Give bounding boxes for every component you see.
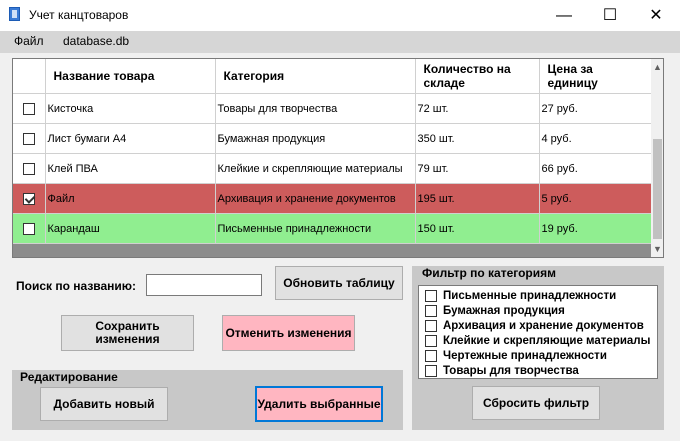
filter-item[interactable]: Архивация и хранение документов — [425, 318, 644, 333]
cell-price[interactable]: 19 руб. — [539, 213, 652, 244]
filter-checkbox[interactable] — [425, 349, 437, 362]
filter-item-label: Товары для творчества — [443, 364, 579, 377]
column-header-quantity[interactable]: Количество на складе — [415, 59, 540, 94]
cell-quantity[interactable]: 72 шт. — [415, 93, 540, 124]
reset-filter-button[interactable]: Сбросить фильтр — [472, 386, 600, 420]
filter-item-label: Архивация и хранение документов — [443, 319, 644, 332]
filter-checkbox[interactable] — [425, 364, 437, 377]
filter-item[interactable]: Бумажная продукция — [425, 303, 565, 318]
window-title: Учет канцтоваров — [29, 8, 129, 22]
column-header-category[interactable]: Категория — [215, 59, 416, 94]
filter-item[interactable]: Товары для творчества — [425, 363, 579, 378]
menu-file[interactable]: Файл — [14, 34, 44, 48]
row-checkbox[interactable] — [22, 162, 35, 175]
cell-name[interactable]: Клей ПВА — [45, 153, 216, 184]
column-header-price[interactable]: Цена за единицу — [539, 59, 652, 94]
database-filename: database.db — [63, 34, 130, 48]
column-header-select[interactable] — [13, 59, 46, 94]
refresh-table-button[interactable]: Обновить таблицу — [275, 266, 403, 300]
filter-item[interactable]: Письменные принадлежности — [425, 288, 616, 303]
products-table[interactable]: Название товара Категория Количество на … — [12, 58, 664, 258]
add-new-button[interactable]: Добавить новый — [40, 387, 168, 421]
cell-category[interactable]: Бумажная продукция — [215, 123, 416, 154]
cell-category[interactable]: Письменные принадлежности — [215, 213, 416, 244]
search-input[interactable] — [146, 274, 262, 296]
cell-name[interactable]: Лист бумаги А4 — [45, 123, 216, 154]
cell-price[interactable]: 66 руб. — [539, 153, 652, 184]
maximize-button[interactable]: ☐ — [587, 0, 633, 31]
filter-checkbox[interactable] — [425, 319, 437, 332]
app-book-icon — [9, 7, 20, 21]
filter-checkbox[interactable] — [425, 304, 437, 317]
cell-price[interactable]: 27 руб. — [539, 93, 652, 124]
save-changes-button[interactable]: Сохранить изменения — [61, 315, 194, 351]
cell-category[interactable]: Клейкие и скрепляющие материалы — [215, 153, 416, 184]
table-row[interactable]: Клей ПВА Клейкие и скрепляющие материалы… — [13, 153, 652, 184]
cell-price[interactable]: 4 руб. — [539, 123, 652, 154]
cell-name[interactable]: Карандаш — [45, 213, 216, 244]
row-checkbox[interactable] — [22, 132, 35, 145]
delete-selected-button[interactable]: Удалить выбранные — [255, 386, 383, 422]
title-bar: Учет канцтоваров — ☐ ✕ — [0, 0, 680, 31]
cell-quantity[interactable]: 150 шт. — [415, 213, 540, 244]
cell-quantity[interactable]: 195 шт. — [415, 183, 540, 214]
filter-checkbox[interactable] — [425, 289, 437, 302]
close-button[interactable]: ✕ — [633, 0, 679, 31]
table-header-row: Название товара Категория Количество на … — [13, 59, 652, 94]
filter-item-label: Чертежные принадлежности — [443, 349, 607, 362]
minimize-button[interactable]: — — [541, 0, 587, 31]
row-checkbox[interactable] — [22, 222, 35, 235]
table-vertical-scrollbar[interactable]: ▲ ▼ — [651, 59, 663, 257]
column-header-name[interactable]: Название товара — [45, 59, 216, 94]
cell-quantity[interactable]: 350 шт. — [415, 123, 540, 154]
category-filter-list[interactable]: Письменные принадлежности Бумажная проду… — [418, 285, 658, 379]
filter-item-label: Бумажная продукция — [443, 304, 565, 317]
cell-quantity[interactable]: 79 шт. — [415, 153, 540, 184]
scroll-up-arrow-icon[interactable]: ▲ — [651, 59, 663, 75]
search-label: Поиск по названию: — [16, 279, 137, 293]
filter-item[interactable]: Клейкие и скрепляющие материалы — [425, 333, 650, 348]
filter-group-title: Фильтр по категориям — [420, 266, 559, 280]
filter-checkbox[interactable] — [425, 334, 437, 347]
menu-bar: Файл database.db — [0, 31, 680, 53]
cell-category[interactable]: Архивация и хранение документов — [215, 183, 416, 214]
table-row-new[interactable]: Карандаш Письменные принадлежности 150 ш… — [13, 213, 652, 244]
cell-name[interactable]: Кисточка — [45, 93, 216, 124]
table-row-selected[interactable]: Файл Архивация и хранение документов 195… — [13, 183, 652, 214]
cell-price[interactable]: 5 руб. — [539, 183, 652, 214]
scroll-down-arrow-icon[interactable]: ▼ — [651, 241, 663, 257]
cell-category[interactable]: Товары для творчества — [215, 93, 416, 124]
row-checkbox[interactable] — [22, 102, 35, 115]
cancel-changes-button[interactable]: Отменить изменения — [222, 315, 355, 351]
cell-name[interactable]: Файл — [45, 183, 216, 214]
table-row[interactable]: Кисточка Товары для творчества 72 шт. 27… — [13, 93, 652, 124]
filter-item-label: Клейкие и скрепляющие материалы — [443, 334, 651, 347]
table-row[interactable]: Лист бумаги А4 Бумажная продукция 350 шт… — [13, 123, 652, 154]
filter-item[interactable]: Чертежные принадлежности — [425, 348, 607, 363]
row-checkbox-checked[interactable] — [22, 192, 35, 205]
scrollbar-thumb[interactable] — [653, 139, 662, 239]
filter-item-label: Письменные принадлежности — [443, 289, 617, 302]
edit-group-title: Редактирование — [18, 370, 120, 384]
